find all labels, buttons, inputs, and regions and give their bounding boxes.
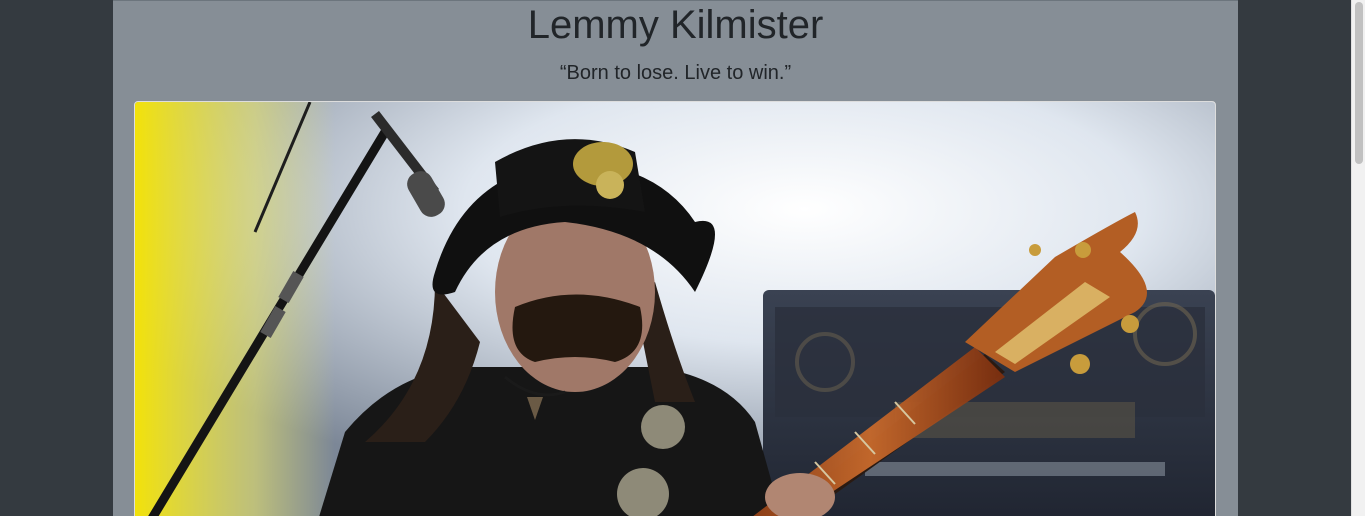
main-photo xyxy=(134,101,1216,516)
page-title: Lemmy Kilmister xyxy=(527,3,824,47)
scrollbar-thumb[interactable] xyxy=(1355,2,1363,164)
main-container: Lemmy Kilmister “Born to lose. Live to w… xyxy=(113,0,1238,516)
quote-text: “Born to lose. Live to win.” xyxy=(559,62,792,84)
vertical-scrollbar[interactable] xyxy=(1351,0,1365,516)
photo-illustration xyxy=(135,102,1215,516)
